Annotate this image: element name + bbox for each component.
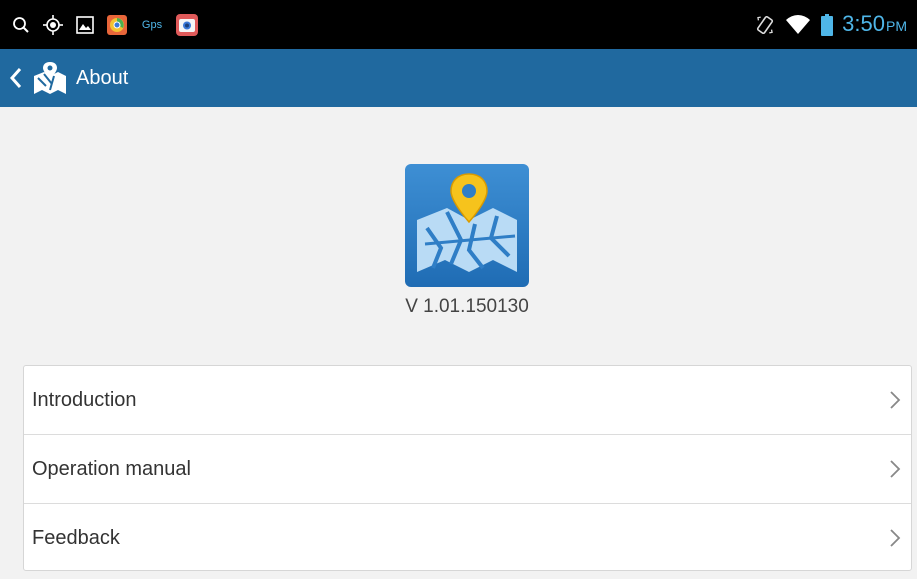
system-status: 3:50PM xyxy=(754,10,907,40)
about-menu: Introduction Operation manual Feedback xyxy=(23,365,912,571)
menu-item-label: Operation manual xyxy=(32,457,191,480)
chevron-left-icon xyxy=(6,65,26,91)
gps-label: Gps xyxy=(141,19,163,31)
map-pin-app-icon xyxy=(405,164,529,287)
menu-item-operation-manual[interactable]: Operation manual xyxy=(24,435,911,504)
menu-item-label: Introduction xyxy=(32,388,137,411)
map-pin-app-icon xyxy=(32,60,68,96)
chrome-app-icon xyxy=(106,14,128,36)
action-bar: About xyxy=(0,49,917,107)
menu-item-label: Feedback xyxy=(32,526,120,549)
battery-icon xyxy=(820,14,834,36)
chevron-right-icon xyxy=(889,459,901,479)
chevron-right-icon xyxy=(889,390,901,410)
gps-target-icon xyxy=(42,14,64,36)
status-bar: Gps 3:50PM xyxy=(0,0,917,49)
menu-item-introduction[interactable]: Introduction xyxy=(24,366,911,435)
chevron-right-icon xyxy=(889,528,901,548)
gps-app-icon: Gps xyxy=(138,14,166,36)
camera-app-icon xyxy=(176,14,198,36)
page-title: About xyxy=(76,66,129,89)
vibrate-icon xyxy=(754,14,776,36)
search-icon xyxy=(10,14,32,36)
clock: 3:50PM xyxy=(842,9,907,41)
back-button[interactable] xyxy=(0,49,68,107)
clock-time: 3:50 xyxy=(842,11,885,36)
gallery-icon xyxy=(74,14,96,36)
app-logo xyxy=(405,164,529,287)
wifi-icon xyxy=(784,14,812,36)
clock-ampm: PM xyxy=(886,18,907,34)
app-version: V 1.01.150130 xyxy=(405,296,529,317)
notification-icons: Gps xyxy=(10,12,198,38)
menu-item-feedback[interactable]: Feedback xyxy=(24,504,911,572)
